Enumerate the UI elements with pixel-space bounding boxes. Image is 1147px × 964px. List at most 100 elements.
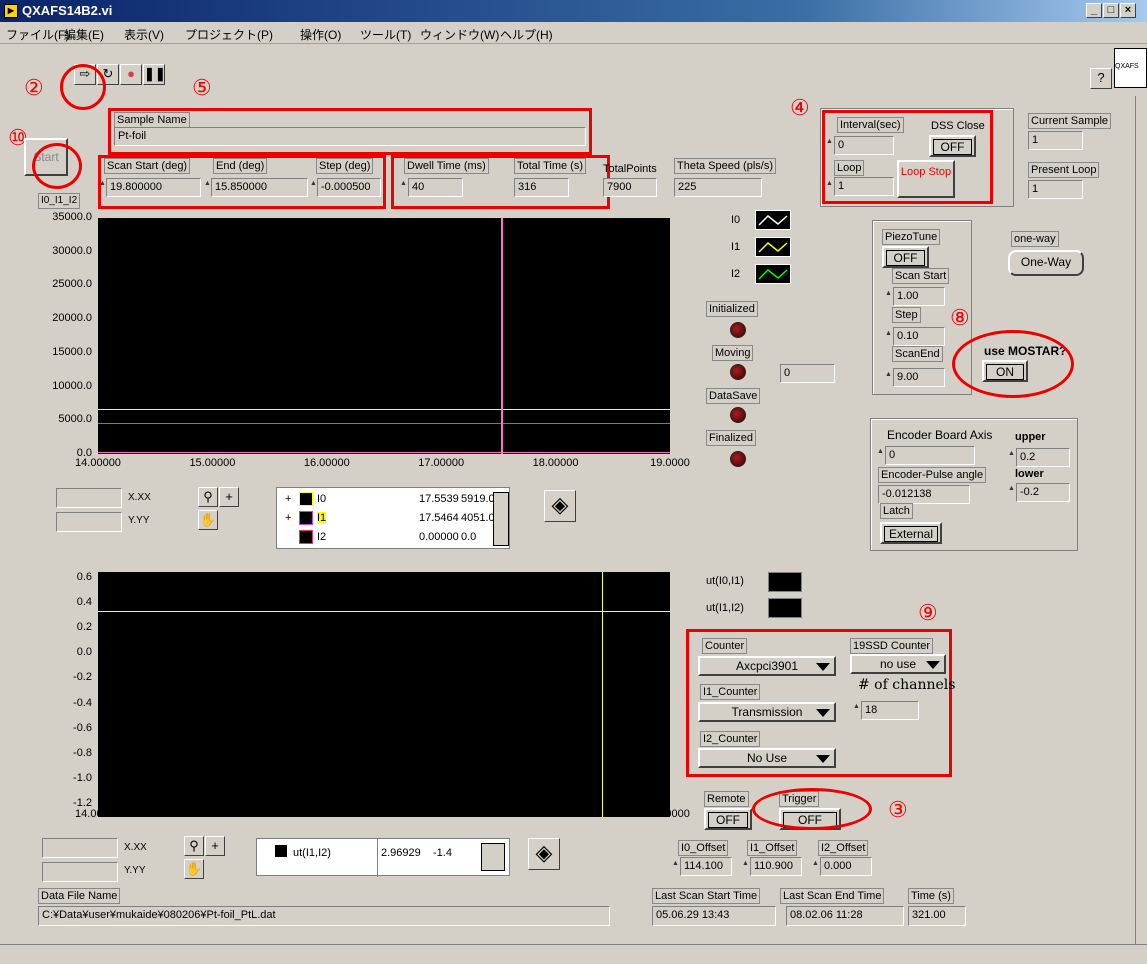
menu-help[interactable]: ヘルプ(H)	[500, 26, 553, 43]
help-icon[interactable]: ?	[1090, 68, 1112, 89]
plot1-cursor[interactable]	[501, 218, 503, 454]
piezo-start-input[interactable]: 1.00	[893, 287, 945, 306]
piezo-end-spinner[interactable]: ▲▼	[885, 371, 899, 379]
scan-step-input[interactable]: -0.000500	[317, 178, 381, 197]
counter-dropdown[interactable]: Axcpci3901	[698, 656, 836, 676]
scan-step-label: Step (deg)	[316, 158, 374, 174]
y-tick-label: -1.0	[73, 771, 92, 784]
interval-spinner[interactable]: ▲▼	[826, 138, 840, 146]
y-format-icon[interactable]: Y.YY	[128, 514, 150, 528]
x2-format-icon[interactable]: X.XX	[124, 841, 147, 855]
run-continuously-icon[interactable]: ↻	[97, 64, 119, 85]
piezo-end-input[interactable]: 9.00	[893, 368, 945, 387]
remote-toggle[interactable]: OFF	[704, 808, 752, 830]
interval-input[interactable]: 0	[834, 136, 894, 155]
menu-project[interactable]: プロジェクト(P)	[185, 26, 273, 43]
channels-spinner[interactable]: ▲▼	[853, 703, 867, 711]
loop-input[interactable]: 1	[834, 177, 894, 196]
menu-edit[interactable]: 編集(E)	[64, 26, 104, 43]
i1-offset-input[interactable]: 110.900	[750, 857, 802, 876]
menu-file[interactable]: ファイル(F)	[6, 26, 69, 43]
legend-row[interactable]: + I1 17.5464 4051.0	[277, 510, 509, 528]
y-tick-label: 20000.0	[52, 312, 92, 325]
piezo-step-input[interactable]: 0.10	[893, 327, 945, 346]
legend-row[interactable]: I2 0.00000 0.0	[277, 529, 509, 547]
piezo-start-spinner[interactable]: ▲▼	[885, 290, 899, 298]
i2-offset-input[interactable]: 0.000	[820, 857, 872, 876]
minimize-button[interactable]: _	[1086, 3, 1102, 18]
close-button[interactable]: ×	[1120, 3, 1136, 18]
y-tick-label: 25000.0	[52, 278, 92, 291]
maximize-button[interactable]: □	[1103, 3, 1119, 18]
upper-input[interactable]: 0.2	[1016, 448, 1070, 467]
cursor-move-icon[interactable]: ◈	[544, 490, 576, 522]
upper-spinner[interactable]: ▲▼	[1008, 450, 1022, 458]
encoder-axis-input[interactable]: 0	[885, 446, 975, 465]
i1-offset-spinner[interactable]: ▲▼	[742, 860, 756, 868]
scan-start-input[interactable]: 19.800000	[106, 178, 201, 197]
crosshair-icon[interactable]: +	[219, 487, 239, 507]
channels-count-input[interactable]: 18	[861, 701, 919, 720]
legend2-name: ut(I1,I2)	[293, 847, 331, 859]
dss-close-toggle[interactable]: OFF	[929, 135, 976, 157]
hand-icon[interactable]: ✋	[198, 510, 218, 530]
menu-window[interactable]: ウィンドウ(W)	[420, 26, 499, 43]
ssd-counter-value: no use	[879, 657, 917, 671]
legend-row[interactable]: + I0 17.5539 5919.0	[277, 491, 509, 509]
scan-end-input[interactable]: 15.850000	[211, 178, 308, 197]
menu-operate[interactable]: 操作(O)	[300, 26, 341, 43]
lower-input[interactable]: -0.2	[1016, 483, 1070, 502]
y-tick-label: 10000.0	[52, 379, 92, 392]
dwell-input[interactable]: 40	[408, 178, 463, 197]
loop-stop-button[interactable]: Loop Stop	[897, 160, 955, 198]
abort-icon[interactable]: ●	[120, 64, 142, 85]
labview-icon[interactable]: ▶	[4, 4, 18, 18]
lower-spinner[interactable]: ▲▼	[1008, 485, 1022, 493]
ssd-counter-dropdown[interactable]: no use	[850, 654, 946, 674]
zoom2-icon[interactable]: ⚲	[184, 836, 204, 856]
plot2-cursor[interactable]	[602, 572, 603, 817]
scan-start-spinner[interactable]: ▲▼	[99, 180, 113, 188]
scan-step-spinner[interactable]: ▲▼	[310, 180, 324, 188]
y-tick-label: 15000.0	[52, 345, 92, 358]
loop-spinner[interactable]: ▲▼	[826, 180, 840, 188]
cursor2-move-icon[interactable]: ◈	[528, 838, 560, 870]
latch-toggle[interactable]: External	[880, 522, 942, 544]
zoom-icon[interactable]: ⚲	[198, 487, 218, 507]
datafile-input[interactable]: C:¥Data¥user¥mukaide¥080206¥Pt-foil_PtL.…	[38, 906, 610, 926]
trigger-toggle[interactable]: OFF	[779, 808, 841, 830]
vertical-scrollbar[interactable]	[1135, 96, 1147, 944]
run-arrow-icon[interactable]: ⇨	[74, 64, 96, 85]
legend-y: 5919.0	[461, 493, 495, 505]
x-tick-label: 16.00000	[303, 808, 350, 820]
counter-value: Axcpci3901	[735, 659, 799, 673]
crosshair2-icon[interactable]: +	[205, 836, 225, 856]
horizontal-scrollbar[interactable]	[0, 944, 1147, 964]
i0-offset-input[interactable]: 114.100	[680, 857, 732, 876]
menu-view[interactable]: 表示(V)	[124, 26, 164, 43]
finalized-led	[730, 451, 746, 467]
legend-scroll[interactable]	[493, 492, 509, 546]
piezo-toggle[interactable]: OFF	[882, 246, 929, 268]
axis-spinner[interactable]: ▲▼	[877, 448, 891, 456]
i0-offset-spinner[interactable]: ▲▼	[672, 860, 686, 868]
x-format-icon[interactable]: X.XX	[128, 491, 151, 505]
legend2-scroll[interactable]	[481, 843, 505, 871]
i2-counter-dropdown[interactable]: No Use	[698, 748, 836, 768]
i1-counter-dropdown[interactable]: Transmission	[698, 702, 836, 722]
start-button[interactable]: Start	[24, 138, 68, 176]
scan-end-spinner[interactable]: ▲▼	[204, 180, 218, 188]
window-title: QXAFS14B2.vi	[22, 3, 113, 18]
oneway-button[interactable]: One-Way	[1008, 250, 1084, 276]
x-tick-label: 14.00000	[75, 457, 121, 469]
mostar-toggle[interactable]: ON	[982, 360, 1028, 382]
i2-offset-spinner[interactable]: ▲▼	[812, 860, 826, 868]
dwell-spinner[interactable]: ▲▼	[400, 180, 414, 188]
pause-icon[interactable]: ❚❚	[143, 64, 166, 85]
y2-format-icon[interactable]: Y.YY	[124, 864, 146, 878]
sample-name-input[interactable]: Pt-foil	[114, 127, 586, 146]
piezo-step-spinner[interactable]: ▲▼	[885, 330, 899, 338]
hand2-icon[interactable]: ✋	[184, 859, 204, 879]
ratio-swatch-2	[768, 598, 802, 618]
menu-tools[interactable]: ツール(T)	[360, 26, 411, 43]
